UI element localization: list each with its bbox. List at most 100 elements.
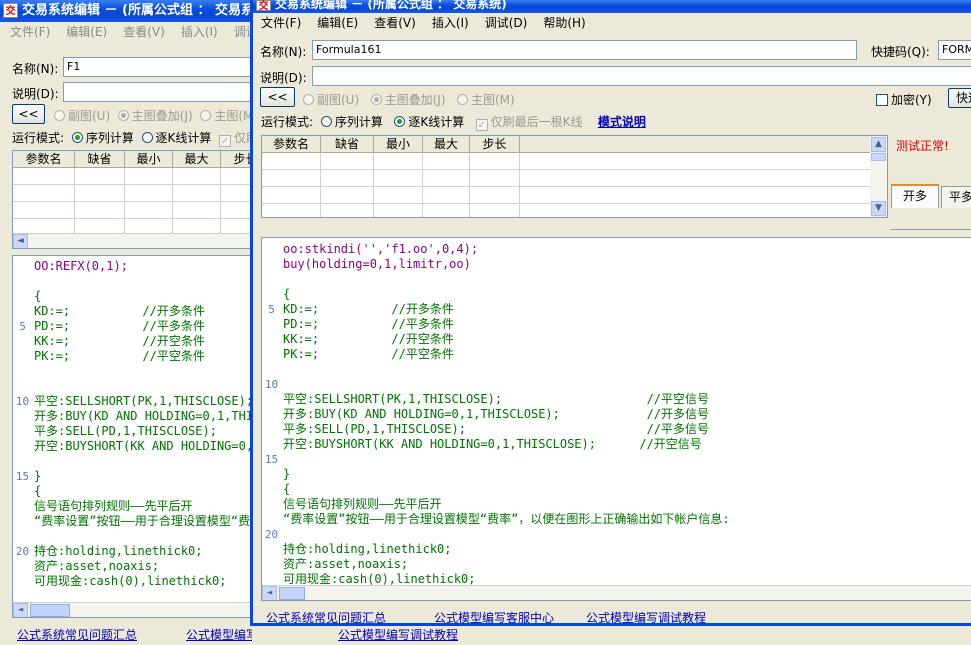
front-radio-main-overlay[interactable] bbox=[370, 94, 382, 105]
param-cell[interactable] bbox=[423, 153, 470, 169]
back-last-bar-checkbox[interactable]: ✓ bbox=[219, 135, 232, 147]
param-cell[interactable] bbox=[374, 204, 423, 217]
mode-help-link[interactable]: 模式说明 bbox=[598, 115, 646, 129]
back-menu-insert[interactable]: 插入(I) bbox=[173, 22, 226, 42]
front-name-input[interactable]: Formula161 bbox=[312, 40, 857, 60]
param-cell[interactable] bbox=[262, 187, 321, 203]
front-params-scroll-thumb[interactable] bbox=[871, 153, 886, 161]
encrypt-checkbox[interactable] bbox=[876, 94, 888, 106]
front-params-vscroll[interactable]: ▲ ▼ bbox=[870, 136, 887, 217]
front-code-editor[interactable]: oo:stkindi('','f1.oo',0,4); buy(holding=0… bbox=[261, 237, 971, 601]
front-radio-bar-calc[interactable] bbox=[394, 116, 406, 127]
param-cell[interactable] bbox=[262, 170, 321, 186]
param-row[interactable] bbox=[262, 153, 887, 170]
front-code-scroll-thumb[interactable] bbox=[279, 587, 305, 600]
front-params-rows[interactable] bbox=[262, 153, 887, 217]
front-params-scroll-down-icon[interactable]: ▼ bbox=[871, 201, 886, 216]
front-radio-sub-chart[interactable] bbox=[303, 94, 314, 105]
param-cell[interactable] bbox=[321, 187, 374, 203]
param-cell[interactable] bbox=[321, 170, 374, 186]
back-code-scroll-thumb[interactable] bbox=[30, 604, 70, 617]
tab-close-long[interactable]: 平多 bbox=[941, 186, 971, 208]
back-menu-file[interactable]: 文件(F) bbox=[2, 22, 58, 42]
param-cell[interactable] bbox=[75, 185, 125, 201]
param-cell[interactable] bbox=[173, 168, 221, 184]
param-cell[interactable] bbox=[262, 204, 321, 217]
front-radio-main-chart[interactable] bbox=[456, 94, 468, 105]
front-link-tutorial[interactable]: 公式模型编写调试教程 bbox=[586, 609, 706, 623]
front-menu-file[interactable]: 文件(F) bbox=[253, 13, 309, 33]
param-cell[interactable] bbox=[374, 153, 423, 169]
param-cell[interactable] bbox=[125, 202, 173, 218]
back-link-tutorial[interactable]: 公式模型编写调试教程 bbox=[338, 626, 458, 643]
param-cell[interactable] bbox=[262, 153, 321, 169]
front-menu-help[interactable]: 帮助(H) bbox=[535, 13, 593, 33]
shortcut-input[interactable]: FORMULA bbox=[938, 40, 971, 60]
front-link-service[interactable]: 公式模型编写客服中心 bbox=[434, 609, 554, 623]
back-name-input[interactable]: F1 bbox=[63, 57, 252, 77]
front-menu-debug[interactable]: 调试(D) bbox=[477, 13, 536, 33]
back-link-faq[interactable]: 公式系统常见问题汇总 bbox=[17, 626, 137, 643]
front-menu-insert[interactable]: 插入(I) bbox=[424, 13, 477, 33]
back-menu-view[interactable]: 查看(V) bbox=[115, 22, 173, 42]
front-radio-series-calc[interactable] bbox=[320, 116, 332, 127]
front-menu-edit[interactable]: 编辑(E) bbox=[309, 13, 366, 33]
back-params-rows[interactable] bbox=[13, 168, 252, 236]
front-last-bar-checkbox[interactable]: ✓ bbox=[475, 119, 488, 131]
back-radio-main-chart[interactable] bbox=[200, 110, 212, 121]
param-cell[interactable] bbox=[13, 185, 75, 201]
param-cell[interactable] bbox=[221, 168, 252, 184]
front-collapse-button[interactable]: << bbox=[260, 87, 295, 107]
front-code-scroll-left-icon[interactable]: ◄ bbox=[262, 586, 277, 600]
param-cell[interactable] bbox=[125, 168, 173, 184]
param-row[interactable] bbox=[13, 185, 252, 202]
back-radio-sub-chart[interactable] bbox=[54, 110, 65, 121]
front-link-faq[interactable]: 公式系统常见问题汇总 bbox=[266, 609, 386, 623]
front-menu-view[interactable]: 查看(V) bbox=[366, 13, 424, 33]
param-cell[interactable] bbox=[321, 153, 374, 169]
back-collapse-button[interactable]: << bbox=[12, 104, 45, 124]
param-cell[interactable] bbox=[470, 170, 520, 186]
back-code-hscroll[interactable]: ◄ bbox=[13, 602, 252, 617]
param-cell[interactable] bbox=[470, 187, 520, 203]
back-menu-debug[interactable]: 调试(D) bbox=[226, 22, 252, 42]
back-radio-bar-calc[interactable] bbox=[141, 132, 153, 143]
back-code-editor[interactable]: OO:REFX(0,1);{KD:=; //开多条件 5 PD:=; //平多条件 K… bbox=[12, 255, 252, 618]
back-menu-edit[interactable]: 编辑(E) bbox=[58, 22, 115, 42]
back-radio-main-overlay[interactable] bbox=[117, 110, 129, 121]
param-cell[interactable] bbox=[470, 153, 520, 169]
param-row[interactable] bbox=[262, 170, 887, 187]
back-radio-series-calc[interactable] bbox=[71, 132, 83, 143]
back-link-service[interactable]: 公式模型编写客服中心 bbox=[186, 626, 252, 643]
param-cell[interactable] bbox=[13, 168, 75, 184]
back-desc-input[interactable] bbox=[63, 82, 252, 102]
back-title-bar[interactable]: 交交易系统编辑 － (所属公式组 ： 交易系统) bbox=[0, 0, 252, 22]
param-cell[interactable] bbox=[221, 202, 252, 218]
param-cell[interactable] bbox=[321, 204, 374, 217]
param-cell[interactable] bbox=[173, 202, 221, 218]
front-desc-input[interactable] bbox=[312, 66, 971, 86]
front-title-bar[interactable]: 交交易系统编辑 － (所属公式组 ： 交易系统) bbox=[253, 0, 971, 13]
param-cell[interactable] bbox=[374, 170, 423, 186]
front-params-scroll-up-icon[interactable]: ▲ bbox=[871, 137, 886, 152]
param-row[interactable] bbox=[262, 187, 887, 204]
tab-open-long[interactable]: 开多 bbox=[891, 184, 939, 208]
param-cell[interactable] bbox=[75, 168, 125, 184]
back-code-scroll-left-icon[interactable]: ◄ bbox=[13, 603, 28, 617]
front-code-hscroll[interactable]: ◄ bbox=[262, 585, 971, 600]
quick-button[interactable]: 快速 bbox=[948, 88, 971, 108]
param-cell[interactable] bbox=[75, 202, 125, 218]
param-row[interactable] bbox=[13, 168, 252, 185]
param-row[interactable] bbox=[262, 204, 887, 217]
param-cell[interactable] bbox=[13, 202, 75, 218]
param-row[interactable] bbox=[13, 202, 252, 219]
back-params-scroll-left-icon[interactable]: ◄ bbox=[13, 234, 28, 248]
param-cell[interactable] bbox=[173, 185, 221, 201]
param-cell[interactable] bbox=[374, 187, 423, 203]
param-cell[interactable] bbox=[221, 185, 252, 201]
param-cell[interactable] bbox=[423, 204, 470, 217]
param-cell[interactable] bbox=[423, 187, 470, 203]
param-cell[interactable] bbox=[423, 170, 470, 186]
back-params-hscroll[interactable]: ◄ bbox=[13, 233, 252, 248]
param-cell[interactable] bbox=[470, 204, 520, 217]
